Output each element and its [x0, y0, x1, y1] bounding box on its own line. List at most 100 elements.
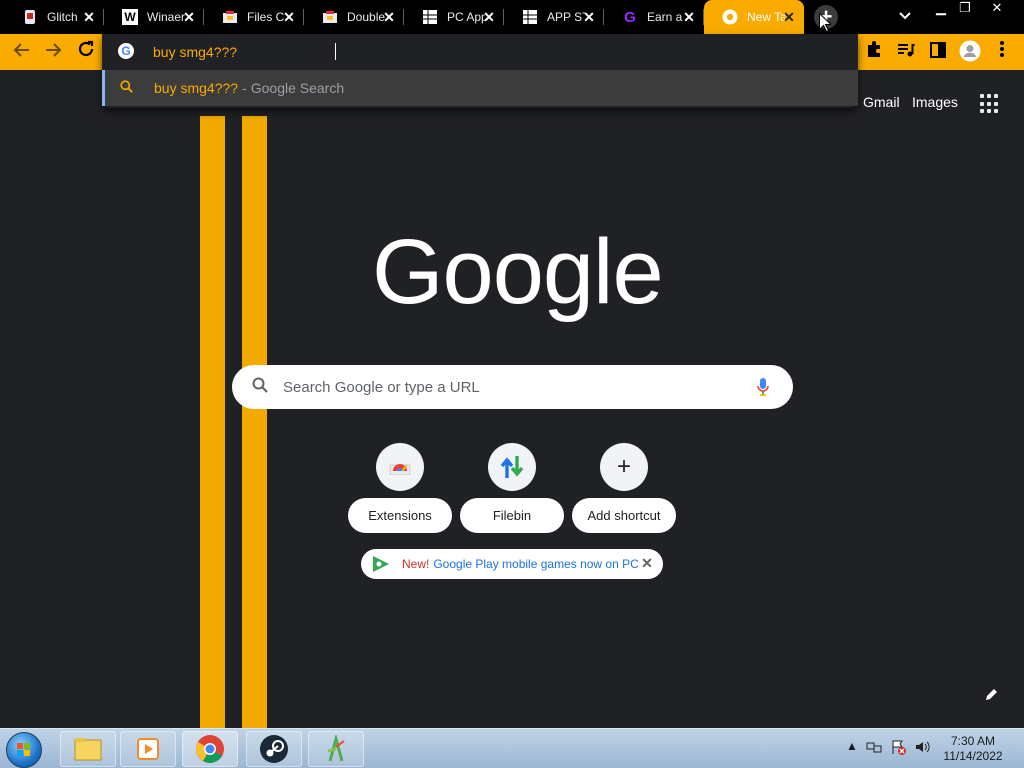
reload-icon [78, 40, 94, 57]
google-apps-icon[interactable] [980, 94, 1000, 114]
taskbar-app[interactable] [308, 731, 364, 767]
volume-icon[interactable] [914, 739, 930, 755]
tab-title: Double [347, 10, 385, 24]
taskbar: ▲ 7:30 AM 11/14/2022 [0, 728, 1024, 768]
action-center-icon[interactable] [890, 739, 906, 755]
tab-new-tab[interactable]: New Tab ✕ [704, 0, 804, 34]
tab-glitch[interactable]: Glitch ✕ [4, 0, 104, 34]
taskbar-steam[interactable] [246, 731, 302, 767]
tab-title: Winaero [147, 10, 185, 24]
tab-strip: Glitch ✕ W Winaero ✕ Files Cl ✕ Double ✕ [0, 0, 1024, 34]
taskbar-clock[interactable]: 7:30 AM 11/14/2022 [934, 734, 1012, 764]
close-tab-icon[interactable]: ✕ [181, 9, 197, 25]
plus-icon: + [600, 443, 648, 491]
winaero-icon: W [122, 9, 138, 25]
taskbar-explorer[interactable] [60, 731, 116, 767]
shortcut-add[interactable]: + Add shortcut [572, 443, 676, 533]
theme-stripe [242, 116, 267, 728]
glitch-icon [22, 9, 38, 25]
taskbar-chrome[interactable] [182, 731, 238, 767]
theme-stripe [200, 116, 225, 728]
search-icon [252, 377, 270, 397]
suggestion-label: Google Search [250, 80, 345, 96]
network-icon[interactable] [866, 739, 882, 755]
tab-pc-app[interactable]: PC App ✕ [404, 0, 504, 34]
shortcut-extensions[interactable]: Extensions [348, 443, 452, 533]
chrome-icon [196, 735, 224, 763]
suggestion-dash: - [242, 80, 247, 96]
clock-date: 11/14/2022 [943, 749, 1003, 763]
tab-title: APP ST [547, 10, 585, 24]
close-icon[interactable]: ✕ [640, 556, 654, 570]
shortcut-label: Add shortcut [572, 498, 676, 533]
omnibox-dropdown: G buy smg4??? - Google Search [102, 34, 858, 108]
pencil-icon[interactable] [984, 688, 1000, 704]
earn-icon: G [624, 8, 636, 26]
filebin-icon [488, 443, 536, 491]
double-icon [322, 9, 338, 25]
tab-app-st[interactable]: APP ST ✕ [504, 0, 604, 34]
address-bar-input[interactable] [153, 42, 833, 62]
google-play-games-icon [371, 554, 391, 574]
close-tab-icon[interactable]: ✕ [681, 9, 697, 25]
restore-button[interactable]: ❐ [950, 0, 980, 18]
close-tab-icon[interactable]: ✕ [381, 9, 397, 25]
forward-arrow-icon [46, 43, 62, 57]
microphone-icon[interactable] [756, 377, 770, 397]
search-icon [120, 80, 136, 96]
clock-time: 7:30 AM [950, 734, 996, 748]
promo-chip[interactable]: New! Google Play mobile games now on PC … [361, 549, 663, 579]
steam-icon [260, 735, 288, 763]
shortcut-filebin[interactable]: Filebin [460, 443, 564, 533]
taskbar-media-player[interactable] [120, 731, 176, 767]
suggestion-query: buy smg4??? [154, 80, 239, 96]
shortcut-label: Extensions [348, 498, 452, 533]
tab-files[interactable]: Files Cl ✕ [204, 0, 304, 34]
tab-winaero[interactable]: W Winaero ✕ [104, 0, 204, 34]
chevron-down-icon[interactable] [896, 9, 914, 25]
sheet-icon [522, 9, 538, 25]
side-panel-icon[interactable] [926, 40, 950, 64]
promo-text[interactable]: Google Play mobile games now on PC [433, 557, 638, 571]
folder-icon [74, 738, 102, 761]
forward-button[interactable] [42, 40, 66, 64]
close-tab-icon[interactable]: ✕ [81, 9, 97, 25]
back-button[interactable] [9, 40, 33, 64]
show-hidden-icons-icon[interactable]: ▲ [844, 739, 860, 755]
close-window-button[interactable]: ✕ [982, 0, 1012, 18]
ntp-search-input[interactable] [283, 377, 733, 397]
files-icon [222, 9, 238, 25]
omnibox-suggestion[interactable]: buy smg4??? - Google Search [102, 70, 858, 106]
mouse-cursor-icon [819, 13, 831, 32]
close-tab-icon[interactable]: ✕ [581, 9, 597, 25]
tab-title: Files Cl [247, 10, 285, 24]
chrome-icon [722, 9, 738, 25]
promo-new-label: New! [402, 557, 430, 571]
media-player-icon [137, 738, 159, 760]
google-g-icon: G [118, 43, 134, 59]
gmail-link[interactable]: Gmail [863, 94, 900, 110]
sheet-icon [422, 9, 438, 25]
extensions-puzzle-icon[interactable] [862, 40, 886, 64]
tab-title: PC App [447, 10, 485, 24]
media-playlist-icon[interactable] [894, 40, 918, 64]
tab-double[interactable]: Double ✕ [304, 0, 404, 34]
shortcut-label: Filebin [460, 498, 564, 533]
start-button[interactable] [6, 732, 42, 768]
tab-title: Glitch [47, 10, 78, 24]
kebab-menu-icon[interactable] [990, 40, 1014, 64]
google-logo: Google [372, 221, 664, 323]
plant-app-icon [327, 735, 345, 762]
images-link[interactable]: Images [912, 94, 958, 110]
close-tab-icon[interactable]: ✕ [481, 9, 497, 25]
tab-earn[interactable]: G Earn a ✕ [604, 0, 704, 34]
ntp-search-box[interactable] [232, 365, 793, 409]
close-tab-icon[interactable]: ✕ [281, 9, 297, 25]
back-arrow-icon [13, 43, 29, 57]
close-tab-icon[interactable]: ✕ [781, 9, 797, 25]
text-caret [335, 43, 336, 60]
tab-title: Earn a [647, 10, 683, 24]
reload-button[interactable] [74, 40, 98, 64]
profile-avatar-icon[interactable] [958, 40, 982, 64]
chrome-web-store-icon [376, 443, 424, 491]
